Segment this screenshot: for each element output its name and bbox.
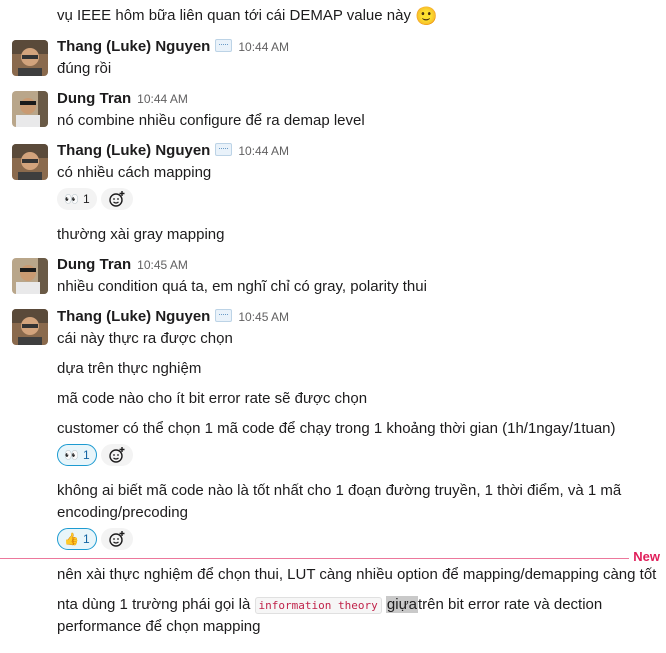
message-text: customer có thể chọn 1 mã code để chạy t… [57, 420, 616, 437]
add-reaction-icon [109, 531, 125, 547]
timestamp[interactable]: 10:44 AM [137, 92, 188, 106]
add-reaction-button[interactable] [101, 444, 133, 466]
message-text: vụ IEEE hôm bữa liên quan tới cái DEMAP … [57, 6, 438, 26]
reaction-count: 1 [82, 448, 90, 462]
message-text: nta dùng 1 trường phái gọi là informatio… [57, 596, 603, 614]
reaction-count: 1 [82, 192, 90, 206]
message-text: dựa trên thực nghiệm [57, 360, 202, 377]
avatar[interactable] [12, 258, 48, 294]
new-messages-label: New [629, 549, 660, 564]
timestamp[interactable]: 10:45 AM [238, 310, 289, 324]
message-text: cái này thực ra được chọn [57, 330, 233, 347]
timestamp[interactable]: 10:45 AM [137, 258, 188, 272]
reaction-eyes[interactable]: 👀 1 [57, 188, 97, 210]
timestamp[interactable]: 10:44 AM [238, 40, 289, 54]
message-text: mã code nào cho ít bit error rate sẽ đượ… [57, 390, 368, 407]
message-text: performance để chọn mapping [57, 618, 261, 635]
speech-bubble-icon [215, 142, 233, 156]
speech-bubble-icon [215, 308, 233, 322]
reaction-count: 1 [82, 532, 90, 546]
eyes-emoji-icon: 👀 [64, 192, 79, 206]
new-messages-divider [0, 558, 632, 559]
avatar[interactable] [12, 309, 48, 345]
add-reaction-icon [109, 447, 125, 463]
avatar[interactable] [12, 144, 48, 180]
message-text: thường xài gray mapping [57, 226, 225, 243]
message-author[interactable]: Thang (Luke) Nguyen 10:45 AM [57, 307, 289, 327]
thumbs-up-emoji-icon: 👍 [64, 532, 79, 546]
message-text: có nhiều cách mapping [57, 164, 212, 181]
message-author[interactable]: Dung Tran 10:45 AM [57, 255, 188, 275]
highlighted-text: giựa [385, 596, 418, 613]
message-author[interactable]: Dung Tran 10:44 AM [57, 89, 188, 109]
message-author[interactable]: Thang (Luke) Nguyen 10:44 AM [57, 141, 289, 161]
add-reaction-button[interactable] [101, 188, 133, 210]
reaction-thumbsup[interactable]: 👍 1 [57, 528, 97, 550]
message-text: không ai biết mã code nào là tốt nhất ch… [57, 482, 622, 499]
reaction-eyes[interactable]: 👀 1 [57, 444, 97, 466]
message-text: encoding/precoding [57, 504, 188, 521]
message-text: nhiều condition quá ta, em nghĩ chỉ có g… [57, 278, 427, 295]
message-text: đúng rồi [57, 60, 112, 77]
add-reaction-icon [109, 191, 125, 207]
avatar[interactable] [12, 91, 48, 127]
message-author[interactable]: Thang (Luke) Nguyen 10:44 AM [57, 37, 289, 57]
add-reaction-button[interactable] [101, 528, 133, 550]
message-text: nó combine nhiều configure để ra demap l… [57, 112, 365, 129]
avatar[interactable] [12, 40, 48, 76]
timestamp[interactable]: 10:44 AM [238, 144, 289, 158]
speech-bubble-icon [215, 38, 233, 52]
inline-code: information theory [254, 597, 382, 614]
message-text: nên xài thực nghiệm để chọn thui, LUT cà… [57, 566, 657, 583]
slightly-smiling-emoji-icon: 🙂 [415, 6, 438, 26]
eyes-emoji-icon: 👀 [64, 448, 79, 462]
